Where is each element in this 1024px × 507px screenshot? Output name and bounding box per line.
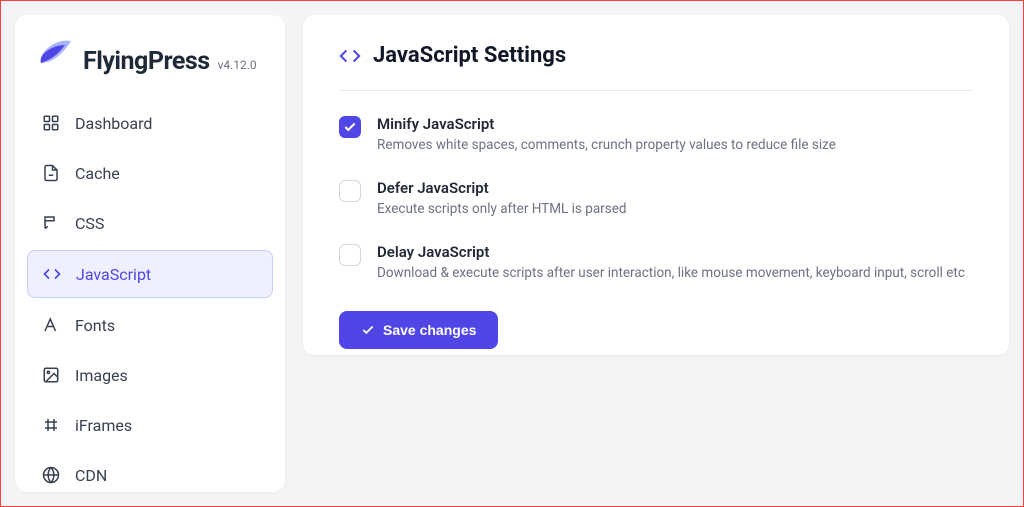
brand-version: v4.12.0 xyxy=(218,58,257,72)
sidebar-item-cdn[interactable]: CDN xyxy=(27,452,273,492)
sidebar-item-cache[interactable]: Cache xyxy=(27,150,273,196)
code-icon xyxy=(42,264,62,284)
sidebar-item-images[interactable]: Images xyxy=(27,352,273,398)
sidebar-item-label: CSS xyxy=(75,214,104,233)
setting-description: Download & execute scripts after user in… xyxy=(377,264,965,283)
brand-logo-icon xyxy=(35,37,75,69)
setting-text: Delay JavaScript Download & execute scri… xyxy=(377,243,965,283)
nav: Dashboard Cache CSS xyxy=(27,100,273,492)
setting-text: Defer JavaScript Execute scripts only af… xyxy=(377,179,626,219)
brand: FlyingPress v4.12.0 xyxy=(27,33,273,100)
cache-icon xyxy=(41,163,61,183)
brand-name: FlyingPress xyxy=(83,47,210,76)
sidebar-item-label: JavaScript xyxy=(76,265,151,284)
sidebar-item-label: Images xyxy=(75,366,128,385)
fonts-icon xyxy=(41,315,61,335)
setting-label: Delay JavaScript xyxy=(377,243,965,261)
sidebar-item-label: CDN xyxy=(75,466,107,485)
sidebar-item-javascript[interactable]: JavaScript xyxy=(27,250,273,298)
cdn-icon xyxy=(41,465,61,485)
checkbox-delay[interactable] xyxy=(339,244,361,266)
sidebar-item-label: Fonts xyxy=(75,316,115,335)
setting-minify: Minify JavaScript Removes white spaces, … xyxy=(339,115,973,155)
check-icon xyxy=(361,323,375,337)
setting-label: Defer JavaScript xyxy=(377,179,626,197)
page-title: JavaScript Settings xyxy=(373,43,566,68)
main-panel: JavaScript Settings Minify JavaScript Re… xyxy=(303,15,1009,355)
page-header: JavaScript Settings xyxy=(339,43,973,91)
setting-defer: Defer JavaScript Execute scripts only af… xyxy=(339,179,973,219)
images-icon xyxy=(41,365,61,385)
sidebar: FlyingPress v4.12.0 Dashboard Cache xyxy=(15,15,285,492)
checkbox-defer[interactable] xyxy=(339,180,361,202)
checkbox-minify[interactable] xyxy=(339,116,361,138)
setting-description: Removes white spaces, comments, crunch p… xyxy=(377,136,836,155)
sidebar-item-fonts[interactable]: Fonts xyxy=(27,302,273,348)
sidebar-item-dashboard[interactable]: Dashboard xyxy=(27,100,273,146)
setting-delay: Delay JavaScript Download & execute scri… xyxy=(339,243,973,283)
sidebar-item-iframes[interactable]: iFrames xyxy=(27,402,273,448)
sidebar-item-label: Cache xyxy=(75,164,120,183)
sidebar-item-css[interactable]: CSS xyxy=(27,200,273,246)
code-icon xyxy=(339,45,361,67)
iframes-icon xyxy=(41,415,61,435)
sidebar-item-label: Dashboard xyxy=(75,114,152,133)
sidebar-item-label: iFrames xyxy=(75,416,132,435)
setting-label: Minify JavaScript xyxy=(377,115,836,133)
css-icon xyxy=(41,213,61,233)
save-button-label: Save changes xyxy=(383,322,476,338)
setting-description: Execute scripts only after HTML is parse… xyxy=(377,200,626,219)
setting-text: Minify JavaScript Removes white spaces, … xyxy=(377,115,836,155)
dashboard-icon xyxy=(41,113,61,133)
save-button[interactable]: Save changes xyxy=(339,311,498,349)
